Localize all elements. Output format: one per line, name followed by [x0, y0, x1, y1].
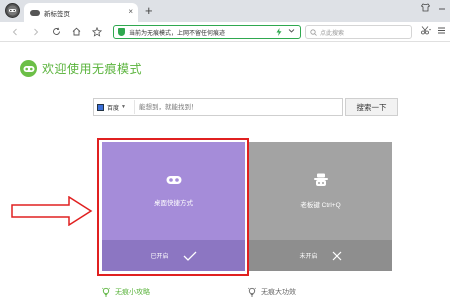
tab-title: 新标签页: [44, 10, 70, 18]
boss-key-card[interactable]: 老板键 Ctrl+Q 未开启: [249, 142, 392, 271]
search-button[interactable]: 搜索一下: [345, 98, 398, 116]
shield-icon: [118, 28, 125, 36]
address-text: 当前为无痕模式，上网不留任何痕迹: [129, 30, 226, 37]
boss-icon: [313, 173, 328, 186]
baidu-icon: [97, 103, 104, 111]
pointer-arrow: [11, 196, 93, 226]
tab-strip: 新标签页 × +: [0, 0, 450, 22]
tab-close-icon[interactable]: ×: [128, 7, 133, 16]
toolbar-search-box[interactable]: 点此搜索: [305, 25, 412, 39]
lightning-icon[interactable]: [276, 28, 282, 38]
tips-link-guide[interactable]: 无痕小攻略: [102, 287, 150, 297]
search-icon: [310, 28, 317, 36]
tips-effects-label: 无痕大功效: [261, 289, 296, 296]
status-label: 未开启: [299, 254, 318, 260]
forward-icon[interactable]: [29, 25, 42, 38]
incognito-avatar-icon[interactable]: [5, 3, 20, 18]
tab-new-tab[interactable]: 新标签页 ×: [24, 3, 138, 22]
toolbar-search-placeholder: 点此搜索: [320, 30, 345, 37]
boss-key-tile[interactable]: 老板键 Ctrl+Q: [249, 142, 392, 240]
incognito-logo-icon: [20, 60, 37, 77]
chevron-down-icon[interactable]: [288, 27, 295, 36]
scissors-icon[interactable]: [421, 26, 432, 37]
boss-key-label: 老板键 Ctrl+Q: [300, 202, 341, 209]
search-engine-selector[interactable]: 百度 ▼: [94, 103, 134, 112]
search-input[interactable]: [134, 100, 342, 114]
mask-icon: [30, 9, 40, 16]
back-icon[interactable]: [8, 25, 21, 38]
lightbulb-icon: [102, 287, 110, 297]
web-search-box: 百度 ▼: [93, 98, 343, 116]
menu-icon[interactable]: [437, 26, 446, 37]
address-bar[interactable]: 当前为无痕模式，上网不留任何痕迹: [113, 25, 301, 39]
dropdown-arrow-icon: ▼: [121, 104, 126, 110]
search-engine-name: 百度: [107, 105, 120, 112]
page-title: 欢迎使用无痕模式: [42, 62, 143, 76]
shirt-icon[interactable]: [420, 3, 431, 14]
boss-key-toggle[interactable]: 未开启: [249, 240, 392, 271]
highlight-box: [97, 138, 249, 276]
lightbulb-icon: [248, 287, 256, 297]
close-icon: [332, 251, 341, 260]
tips-guide-label: 无痕小攻略: [115, 289, 150, 296]
star-icon[interactable]: [90, 25, 103, 38]
browser-toolbar: 当前为无痕模式，上网不留任何痕迹 点此搜索: [0, 22, 450, 42]
minimize-icon[interactable]: [438, 3, 446, 14]
new-tab-button[interactable]: +: [145, 3, 153, 19]
refresh-icon[interactable]: [50, 25, 63, 38]
home-icon[interactable]: [70, 25, 83, 38]
tips-link-effects[interactable]: 无痕大功效: [248, 287, 296, 297]
page-header: 欢迎使用无痕模式: [20, 60, 142, 77]
